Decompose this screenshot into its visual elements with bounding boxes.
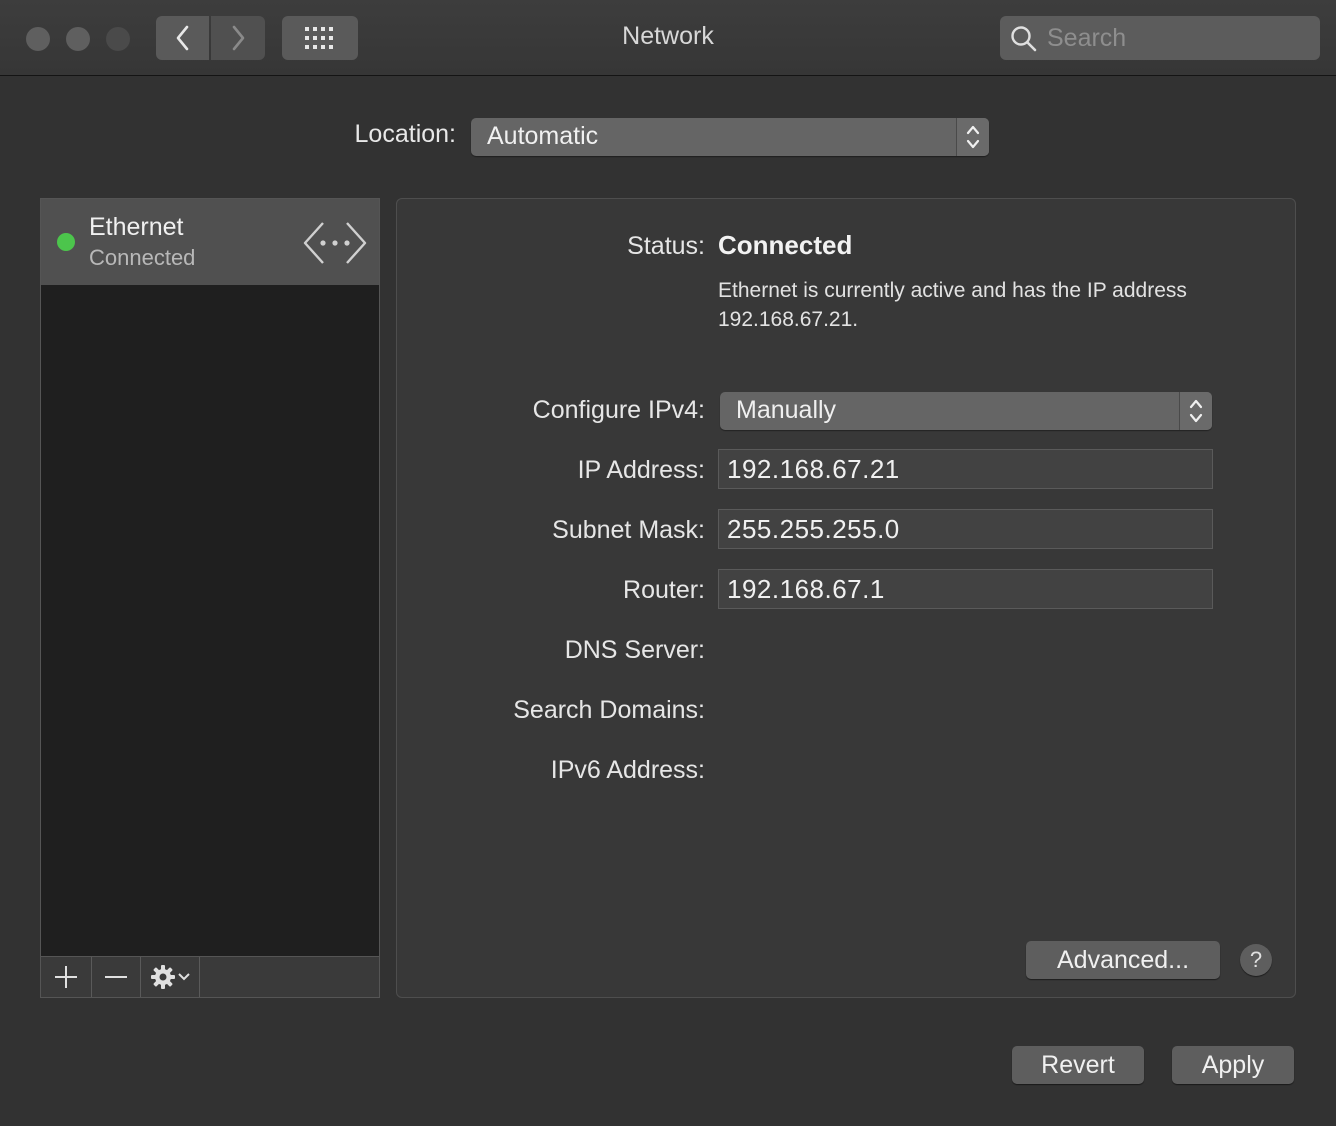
titlebar: Network Search (0, 0, 1336, 76)
subnet-mask-field[interactable]: 255.255.255.0 (718, 509, 1213, 549)
window-title: Network (622, 22, 714, 50)
apply-button[interactable]: Apply (1172, 1046, 1294, 1084)
chevron-left-icon (176, 25, 188, 51)
help-button[interactable]: ? (1240, 944, 1272, 976)
ethernet-icon (303, 222, 367, 264)
service-name: Ethernet (89, 213, 184, 241)
search-icon (1011, 26, 1037, 52)
minus-icon (105, 976, 127, 978)
advanced-button[interactable]: Advanced... (1026, 941, 1220, 979)
updown-arrows-icon (956, 118, 989, 156)
status-label: Status: (627, 232, 705, 260)
service-status: Connected (89, 245, 196, 270)
configure-ipv4-value: Manually (736, 396, 837, 424)
ip-address-field[interactable]: 192.168.67.21 (718, 449, 1213, 489)
location-value: Automatic (487, 122, 599, 150)
configure-ipv4-label: Configure IPv4: (532, 396, 705, 424)
gear-icon (151, 965, 175, 989)
ip-address-label: IP Address: (577, 456, 705, 484)
plus-icon (55, 966, 77, 988)
subnet-mask-label: Subnet Mask: (552, 516, 705, 544)
location-popup[interactable]: Automatic (471, 118, 989, 156)
router-label: Router: (623, 576, 705, 604)
chevron-right-icon (232, 25, 245, 51)
show-all-button[interactable] (282, 16, 358, 60)
status-value: Connected (718, 230, 853, 260)
back-button[interactable] (156, 16, 209, 60)
updown-arrows-icon (1179, 392, 1212, 430)
chevron-down-icon (178, 973, 190, 981)
search-domains-label: Search Domains: (513, 696, 705, 724)
dns-server-label: DNS Server: (564, 636, 705, 664)
action-menu-button[interactable] (141, 957, 200, 997)
search-placeholder: Search (1047, 24, 1127, 52)
grid-icon (305, 27, 333, 49)
network-preferences-window: Network Search Location: Automatic Ether… (0, 0, 1336, 1126)
router-field[interactable]: 192.168.67.1 (718, 569, 1213, 609)
search-field[interactable]: Search (1000, 16, 1320, 60)
service-list-toolbar (41, 956, 379, 997)
service-item-ethernet[interactable]: Ethernet Connected (41, 199, 379, 285)
remove-service-button[interactable] (92, 957, 141, 997)
close-window-button[interactable] (26, 27, 50, 51)
status-description: Ethernet is currently active and has the… (718, 279, 1187, 331)
add-service-button[interactable] (41, 957, 92, 997)
forward-button[interactable] (211, 16, 265, 60)
revert-button[interactable]: Revert (1012, 1046, 1144, 1084)
location-label: Location: (354, 120, 456, 148)
minimize-window-button[interactable] (66, 27, 90, 51)
service-list: Ethernet Connected (40, 198, 380, 998)
zoom-window-button[interactable] (106, 27, 130, 51)
ipv6-address-label: IPv6 Address: (550, 756, 705, 784)
status-dot-icon (57, 233, 75, 251)
configure-ipv4-popup[interactable]: Manually (720, 392, 1212, 430)
